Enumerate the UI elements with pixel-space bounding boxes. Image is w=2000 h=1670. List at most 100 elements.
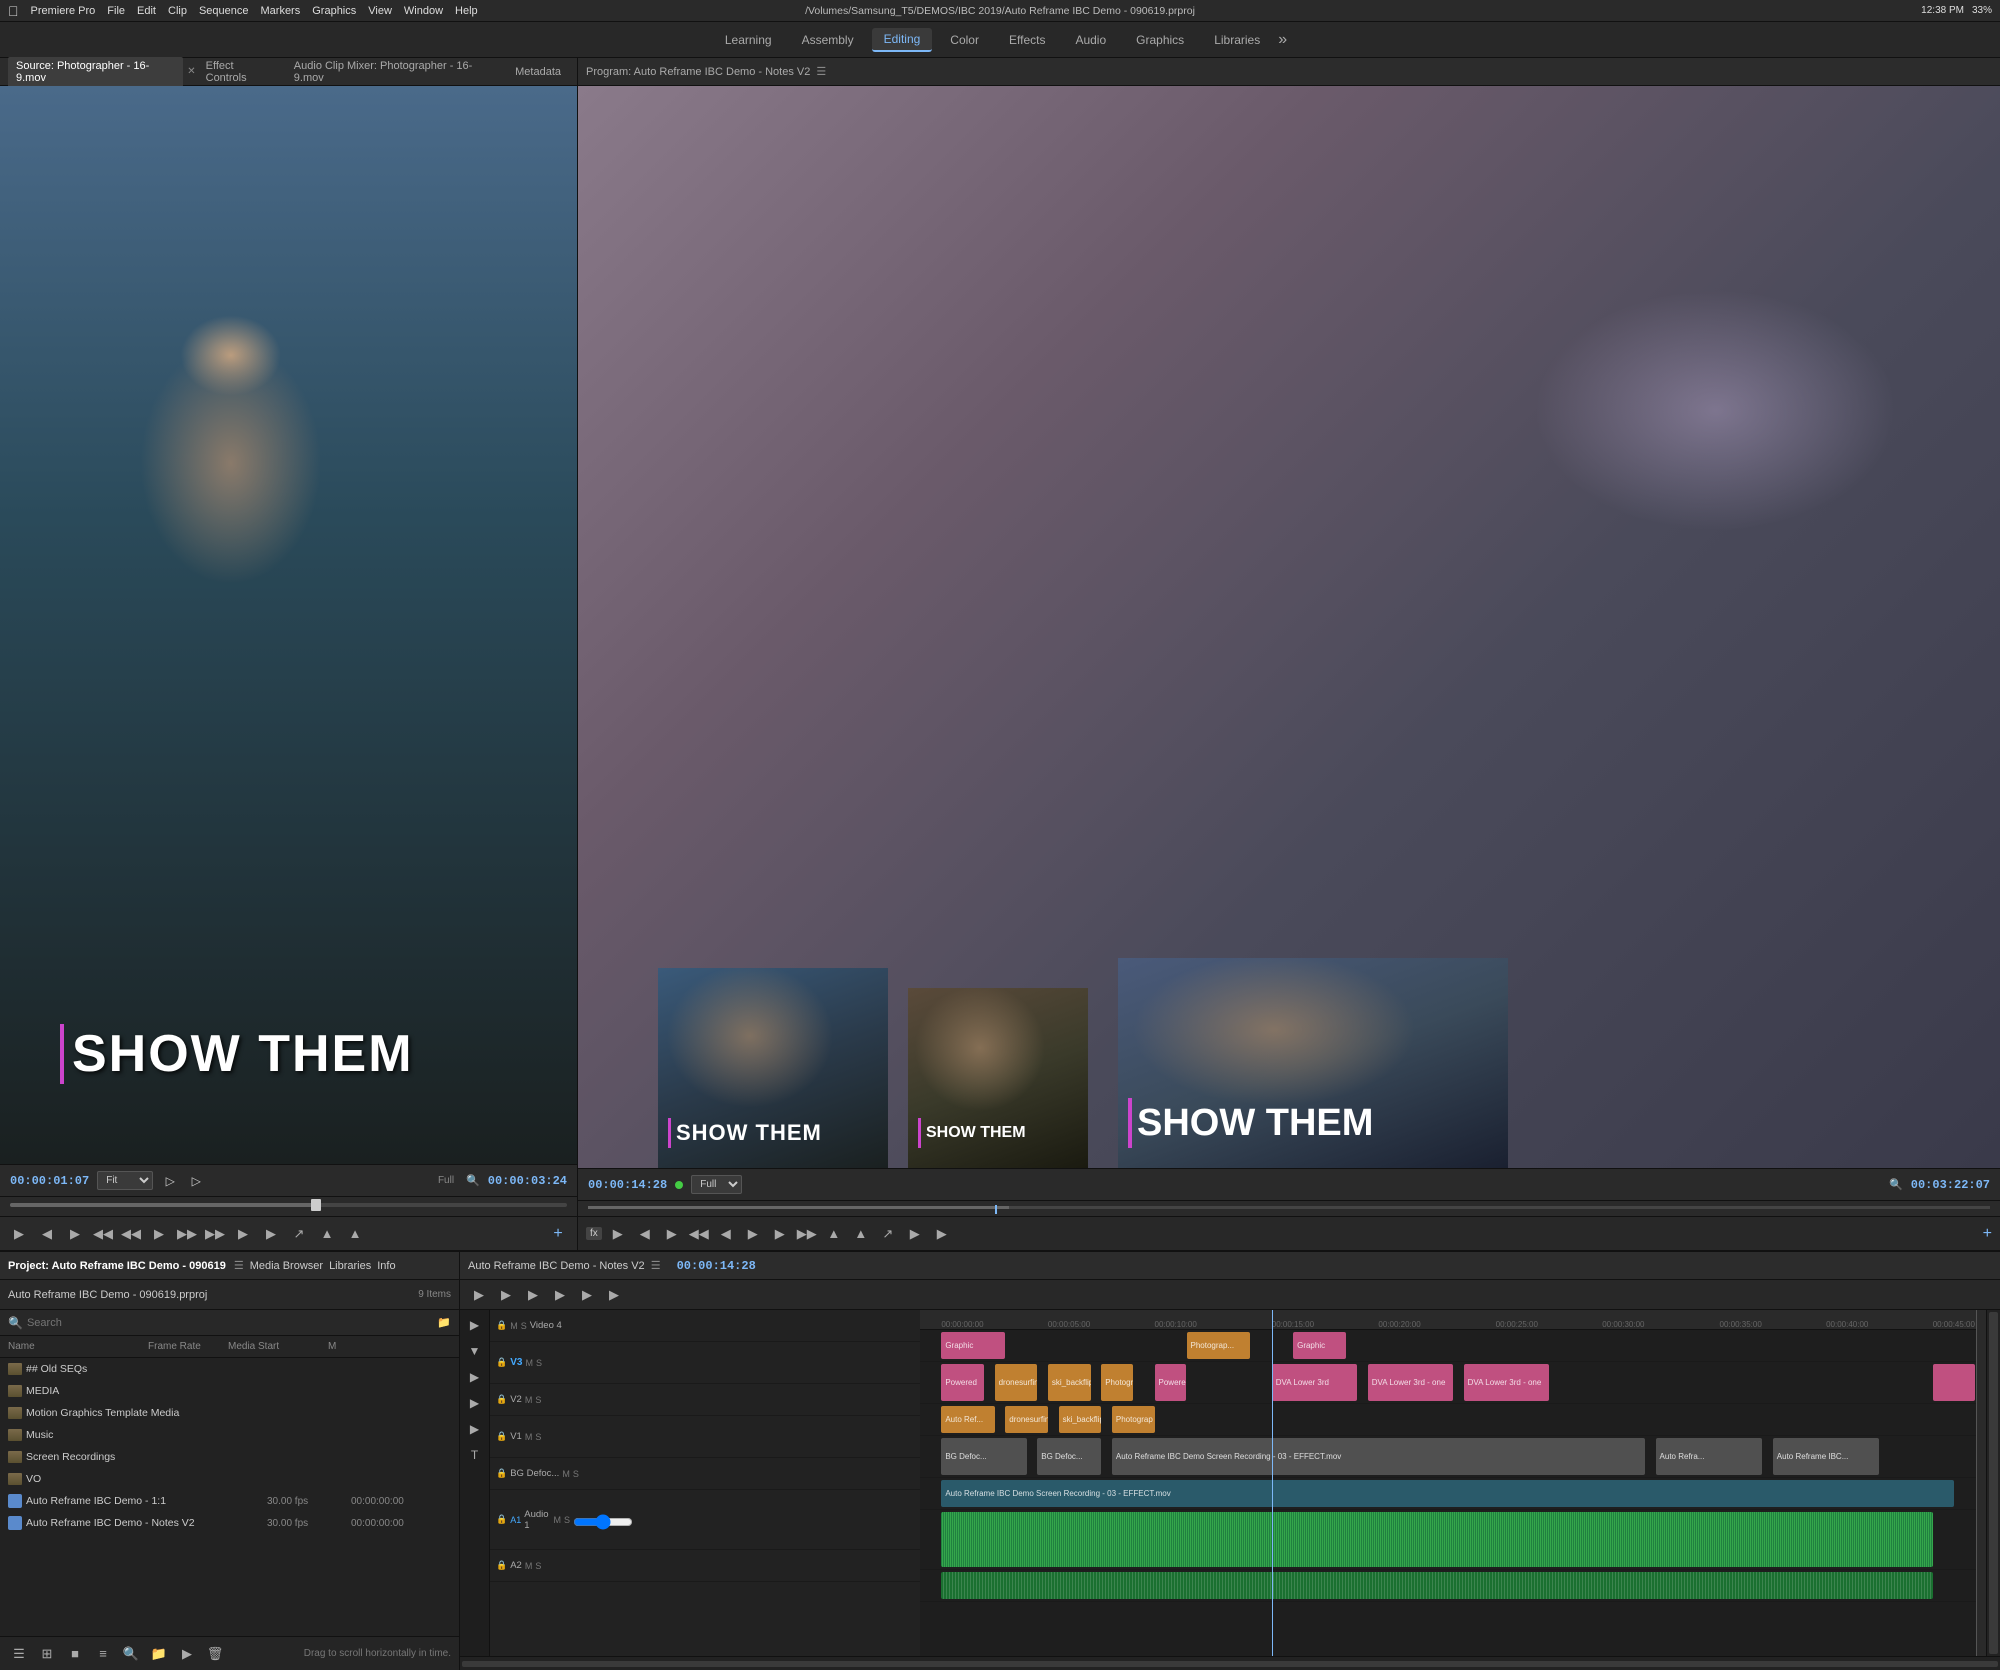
app-name-menu[interactable]: Premiere Pro bbox=[31, 5, 96, 17]
project-sort-btn[interactable]: ≡ bbox=[92, 1643, 114, 1665]
tl-linked-btn[interactable]: ▶ bbox=[495, 1284, 517, 1306]
source-scrubber[interactable] bbox=[0, 1196, 577, 1216]
project-delete-btn[interactable]: 🗑 bbox=[204, 1643, 226, 1665]
tl-zoom-btn[interactable]: ▶ bbox=[603, 1284, 625, 1306]
tl-slide-tool[interactable]: ▶ bbox=[464, 1392, 486, 1414]
track-v2-sync[interactable]: S bbox=[535, 1395, 541, 1405]
prog-step-frame-fwd-btn[interactable]: ▶ bbox=[769, 1223, 791, 1245]
timeline-tab-menu[interactable]: ☰ bbox=[651, 1259, 661, 1272]
clip-v3-dva1[interactable]: DVA Lower 3rd bbox=[1272, 1364, 1357, 1401]
col-start-header[interactable]: Media Start bbox=[228, 1341, 328, 1352]
timeline-playhead[interactable] bbox=[1272, 1310, 1273, 1329]
list-item[interactable]: Screen Recordings bbox=[0, 1446, 459, 1468]
source-tab-effects[interactable]: Effect Controls bbox=[198, 57, 284, 87]
track-v4-lock[interactable]: 🔒 bbox=[496, 1320, 507, 1331]
file-menu[interactable]: File bbox=[107, 5, 125, 17]
prog-lift-btn[interactable]: ▲ bbox=[823, 1223, 845, 1245]
track-v4-eye[interactable]: M bbox=[510, 1321, 518, 1331]
tab-color[interactable]: Color bbox=[938, 29, 991, 51]
track-bg-lock[interactable]: 🔒 bbox=[496, 1468, 507, 1479]
track-bg-eye[interactable]: M bbox=[562, 1469, 570, 1479]
source-tab-metadata[interactable]: Metadata bbox=[507, 63, 569, 81]
source-add-btn[interactable]: + bbox=[547, 1223, 569, 1245]
clip-v3-dva2[interactable]: DVA Lower 3rd - one bbox=[1368, 1364, 1453, 1401]
clip-v3-photo2[interactable]: Photograp bbox=[1101, 1364, 1133, 1401]
clip-v3-end[interactable] bbox=[1933, 1364, 1976, 1401]
project-tab-info[interactable]: Info bbox=[377, 1260, 395, 1272]
source-tab-mixer[interactable]: Audio Clip Mixer: Photographer - 16-9.mo… bbox=[286, 57, 505, 87]
track-v1-sync[interactable]: S bbox=[535, 1432, 541, 1442]
clip-v3-powered2[interactable]: Powered bbox=[1155, 1364, 1187, 1401]
program-menu-icon[interactable]: ☰ bbox=[816, 65, 826, 78]
tab-effects[interactable]: Effects bbox=[997, 29, 1057, 51]
clip-v1-3[interactable]: Auto Reframe IBC Demo Screen Recording -… bbox=[1112, 1438, 1645, 1475]
prog-multicam-btn[interactable]: ▶ bbox=[607, 1223, 629, 1245]
source-mark-out-btn[interactable]: ▶ bbox=[64, 1223, 86, 1245]
source-step-fwd-btn[interactable]: ▶▶ bbox=[176, 1223, 198, 1245]
source-extract-btn[interactable]: ▲ bbox=[344, 1223, 366, 1245]
tl-add-marker-btn[interactable]: ▶ bbox=[522, 1284, 544, 1306]
track-v3-lock[interactable]: 🔒 bbox=[496, 1357, 507, 1368]
track-v4-sync[interactable]: S bbox=[521, 1321, 527, 1331]
list-item[interactable]: Music bbox=[0, 1424, 459, 1446]
timeline-scrollbar-v[interactable] bbox=[1986, 1310, 2000, 1656]
track-a1-eye[interactable]: M bbox=[554, 1515, 562, 1525]
project-freeform-view-btn[interactable]: ■ bbox=[64, 1643, 86, 1665]
project-new-item-btn[interactable]: ▶ bbox=[176, 1643, 198, 1665]
tab-editing[interactable]: Editing bbox=[872, 28, 933, 52]
source-mark-in-btn[interactable]: ◀ bbox=[36, 1223, 58, 1245]
tl-slip-tool[interactable]: ▶ bbox=[464, 1366, 486, 1388]
project-new-bin-btn[interactable]: 📁 bbox=[148, 1643, 170, 1665]
prog-step-frame-back-btn[interactable]: ◀ bbox=[715, 1223, 737, 1245]
clip-v2-2[interactable]: dronesurfing bbox=[1005, 1406, 1048, 1433]
timeline-tab-label[interactable]: Auto Reframe IBC Demo - Notes V2 bbox=[468, 1260, 645, 1272]
tl-select-tool[interactable]: ▶ bbox=[464, 1314, 486, 1336]
tab-learning[interactable]: Learning bbox=[713, 29, 784, 51]
track-a2-eye[interactable]: M bbox=[525, 1561, 533, 1571]
list-item[interactable]: ## Old SEQs bbox=[0, 1358, 459, 1380]
program-scrubber-track[interactable] bbox=[588, 1206, 1990, 1209]
tl-text-tool[interactable]: T bbox=[464, 1444, 486, 1466]
list-item[interactable]: MEDIA bbox=[0, 1380, 459, 1402]
track-v3-eye[interactable]: M bbox=[525, 1358, 533, 1368]
track-v3-sync[interactable]: S bbox=[536, 1358, 542, 1368]
clip-v2-1[interactable]: Auto Ref... bbox=[941, 1406, 994, 1433]
project-tab-main[interactable]: Project: Auto Reframe IBC Demo - 090619 bbox=[8, 1260, 226, 1272]
track-a1-sync[interactable]: S bbox=[564, 1515, 570, 1525]
thumb-3[interactable]: SHOW THEM bbox=[1118, 958, 1508, 1168]
tab-audio[interactable]: Audio bbox=[1063, 29, 1118, 51]
clip-menu[interactable]: Clip bbox=[168, 5, 187, 17]
source-insert-btn[interactable]: ▶ bbox=[232, 1223, 254, 1245]
source-tab-close[interactable]: ✕ bbox=[187, 66, 195, 77]
clip-v4-graphic1[interactable]: Graphic bbox=[941, 1332, 1005, 1359]
tl-wrench-btn[interactable]: ▶ bbox=[576, 1284, 598, 1306]
prog-mark-in-btn[interactable]: ◀ bbox=[634, 1223, 656, 1245]
prog-settings-btn[interactable]: ▶ bbox=[931, 1223, 953, 1245]
project-list-view-btn[interactable]: ☰ bbox=[8, 1643, 30, 1665]
markers-menu[interactable]: Markers bbox=[261, 5, 301, 17]
prog-extract-btn[interactable]: ▲ bbox=[850, 1223, 872, 1245]
list-item[interactable]: Motion Graphics Template Media bbox=[0, 1402, 459, 1424]
tab-libraries[interactable]: Libraries bbox=[1202, 29, 1272, 51]
track-a1-volume[interactable] bbox=[573, 1518, 633, 1526]
clip-v3-powered1[interactable]: Powered bbox=[941, 1364, 984, 1401]
source-go-out-btn[interactable]: ▶▶ bbox=[204, 1223, 226, 1245]
tl-snap-btn[interactable]: ▶ bbox=[468, 1284, 490, 1306]
program-playhead[interactable] bbox=[995, 1205, 997, 1214]
prog-camera-btn[interactable]: ▶ bbox=[904, 1223, 926, 1245]
audio-clip-a2[interactable] bbox=[941, 1572, 1932, 1599]
program-add-btn[interactable]: + bbox=[1983, 1225, 1992, 1243]
project-search-input[interactable] bbox=[27, 1317, 433, 1329]
clip-v1-5[interactable]: Auto Reframe IBC... bbox=[1773, 1438, 1880, 1475]
clip-v4-graphic2[interactable]: Graphic bbox=[1293, 1332, 1346, 1359]
tabs-more[interactable]: » bbox=[1278, 31, 1287, 49]
source-tab-active[interactable]: Source: Photographer - 16-9.mov bbox=[8, 57, 183, 87]
source-fit-dropdown[interactable]: Fit 25% 50% 100% bbox=[97, 1171, 153, 1190]
source-step-back-btn[interactable]: ◀◀ bbox=[120, 1223, 142, 1245]
source-set-out-btn[interactable]: ▷ bbox=[187, 1172, 205, 1190]
apple-menu[interactable]:  bbox=[8, 3, 19, 19]
prog-step-fwd-btn[interactable]: ▶▶ bbox=[796, 1223, 818, 1245]
source-play-btn[interactable]: ▶ bbox=[148, 1223, 170, 1245]
prog-step-back-btn[interactable]: ◀◀ bbox=[688, 1223, 710, 1245]
clip-v3-dva3[interactable]: DVA Lower 3rd - one bbox=[1464, 1364, 1549, 1401]
